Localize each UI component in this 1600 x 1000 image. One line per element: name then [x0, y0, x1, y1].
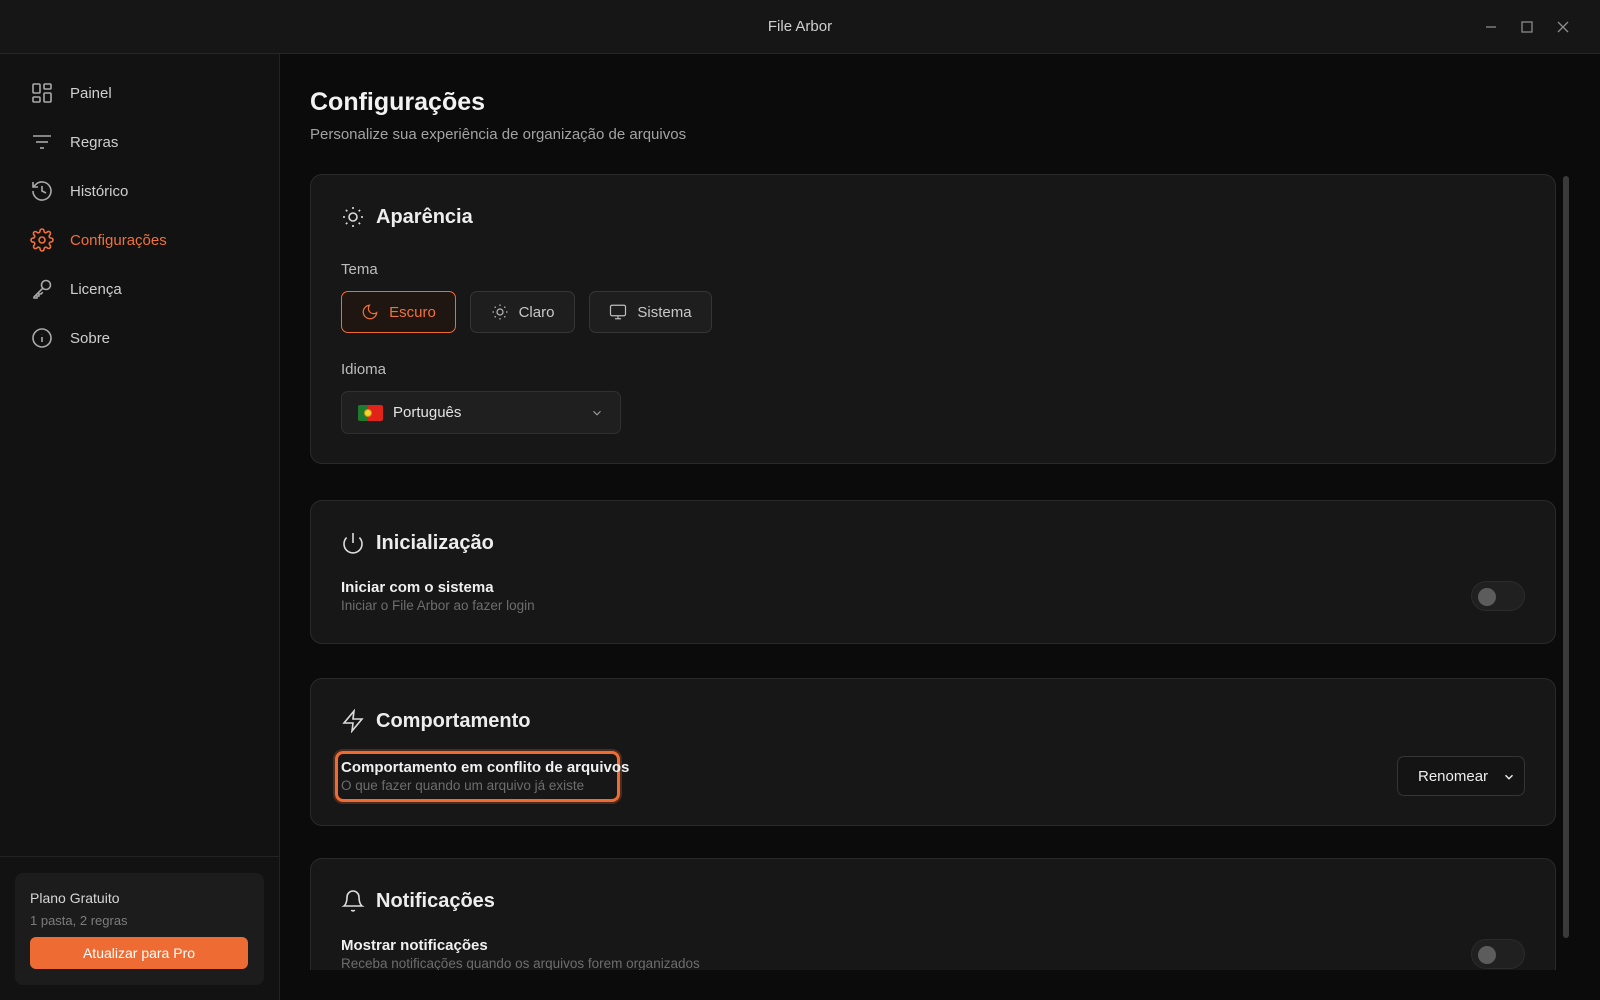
- power-icon: [343, 533, 363, 554]
- file-conflict-select[interactable]: Renomear: [1397, 756, 1525, 796]
- sun-icon: [492, 304, 508, 320]
- main-content: Configurações Personalize sua experiênci…: [281, 54, 1600, 1000]
- sidebar-divider: [0, 856, 279, 857]
- file-conflict-value: Renomear: [1418, 767, 1489, 785]
- plan-subtitle: 1 pasta, 2 regras: [30, 913, 128, 928]
- dashboard-grid-icon: [32, 83, 52, 103]
- sidebar-item-label: Painel: [70, 84, 112, 102]
- vertical-scrollbar[interactable]: [1563, 176, 1569, 938]
- filter-lines-icon: [33, 135, 51, 149]
- title-bar: File Arbor: [0, 0, 1600, 54]
- theme-option-label: Sistema: [637, 303, 692, 321]
- start-with-system-desc: Iniciar o File Arbor ao fazer login: [341, 598, 535, 613]
- theme-label: Tema: [341, 261, 378, 278]
- close-button[interactable]: [1553, 17, 1573, 37]
- file-conflict-desc: O que fazer quando um arquivo já existe: [341, 778, 585, 793]
- behavior-header: Comportamento: [341, 709, 530, 733]
- sidebar-item-label: Regras: [70, 133, 119, 151]
- show-notifications-title: Mostrar notificações: [341, 937, 488, 954]
- chevron-down-icon: [1505, 774, 1513, 780]
- file-conflict-title: Comportamento em conflito de arquivos: [341, 759, 630, 776]
- sidebar-item-licenca[interactable]: Licença: [30, 274, 122, 304]
- appearance-header: Aparência: [341, 205, 473, 229]
- upgrade-to-pro-button[interactable]: Atualizar para Pro: [30, 937, 248, 969]
- moon-icon: [362, 304, 378, 320]
- portugal-flag-icon: [358, 404, 383, 421]
- notifications-title: Notificações: [376, 889, 495, 912]
- bell-icon: [341, 890, 365, 912]
- language-select[interactable]: Português: [341, 391, 621, 434]
- key-icon: [33, 279, 52, 299]
- start-with-system-toggle[interactable]: [1471, 581, 1525, 611]
- maximize-button[interactable]: [1517, 17, 1537, 37]
- close-icon: [1557, 21, 1569, 33]
- sidebar-item-painel[interactable]: Painel: [30, 78, 112, 108]
- sidebar-item-regras[interactable]: Regras: [30, 127, 118, 157]
- info-circle-icon: [32, 328, 52, 348]
- theme-light-button[interactable]: Claro: [470, 291, 575, 333]
- plan-card: Plano Gratuito 1 pasta, 2 regras Atualiz…: [15, 873, 264, 985]
- chevron-down-icon: [593, 410, 601, 416]
- theme-option-label: Claro: [518, 303, 555, 321]
- minimize-button[interactable]: [1481, 17, 1501, 37]
- page-subtitle: Personalize sua experiência de organizaç…: [310, 126, 687, 143]
- gear-icon: [30, 228, 54, 252]
- language-value: Português: [393, 404, 462, 421]
- sun-icon: [343, 207, 363, 227]
- theme-dark-button[interactable]: Escuro: [341, 291, 456, 333]
- notifications-header: Notificações: [341, 889, 495, 913]
- startup-header: Inicialização: [341, 531, 494, 555]
- theme-system-button[interactable]: Sistema: [589, 291, 712, 333]
- maximize-icon: [1521, 21, 1533, 33]
- sidebar-item-historico[interactable]: Histórico: [30, 176, 128, 206]
- startup-card: Inicialização Iniciar com o sistema Inic…: [310, 500, 1556, 644]
- show-notifications-toggle[interactable]: [1471, 939, 1525, 969]
- toggle-knob: [1478, 946, 1496, 964]
- sidebar: Painel Regras Histórico Configurações Li…: [0, 54, 280, 1000]
- sidebar-item-sobre[interactable]: Sobre: [30, 323, 110, 353]
- sidebar-item-configuracoes[interactable]: Configurações: [30, 225, 167, 255]
- appearance-title: Aparência: [376, 205, 473, 228]
- minimize-icon: [1486, 26, 1496, 28]
- language-label: Idioma: [341, 361, 387, 378]
- sidebar-item-label: Histórico: [70, 182, 129, 200]
- appearance-card: Aparência Tema Escuro Claro Sistema Idio…: [310, 174, 1556, 464]
- sidebar-item-label: Licença: [70, 280, 122, 298]
- theme-option-label: Escuro: [389, 303, 436, 321]
- behavior-title: Comportamento: [376, 709, 531, 732]
- sidebar-item-label: Configurações: [70, 231, 167, 249]
- history-clock-icon: [32, 181, 52, 201]
- start-with-system-title: Iniciar com o sistema: [341, 579, 494, 596]
- monitor-icon: [610, 304, 627, 320]
- show-notifications-desc: Receba notificações quando os arquivos f…: [341, 956, 700, 971]
- scroll-clip-mask: [281, 970, 1600, 1000]
- window-title: File Arbor: [767, 18, 833, 35]
- toggle-knob: [1478, 588, 1496, 606]
- lightning-bolt-icon: [342, 709, 364, 733]
- plan-title: Plano Gratuito: [30, 890, 120, 906]
- behavior-card: Comportamento Comportamento em conflito …: [310, 678, 1556, 826]
- page-title: Configurações: [310, 88, 486, 116]
- sidebar-item-label: Sobre: [70, 329, 111, 347]
- startup-title: Inicialização: [376, 531, 494, 554]
